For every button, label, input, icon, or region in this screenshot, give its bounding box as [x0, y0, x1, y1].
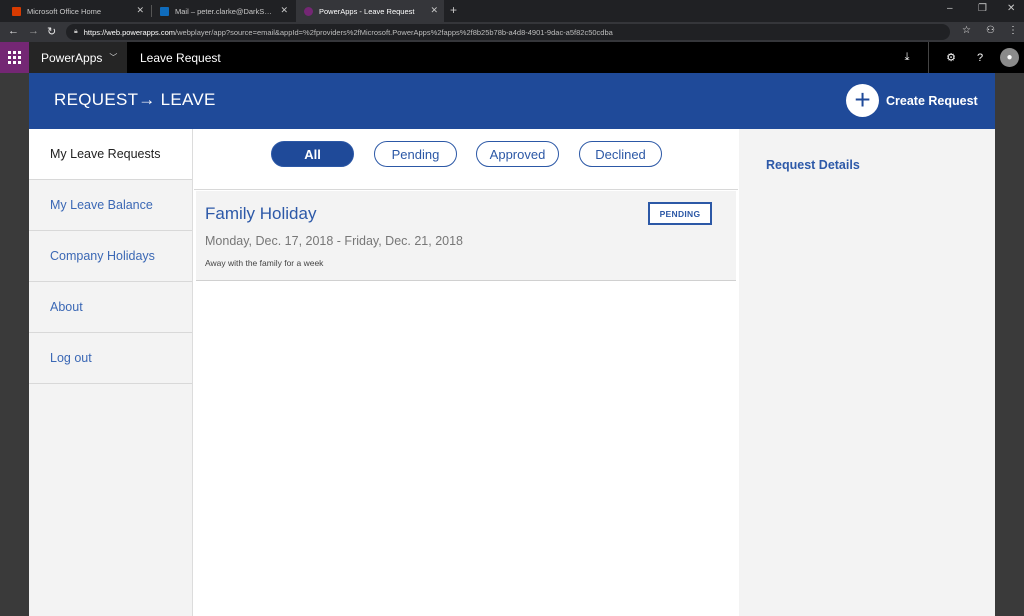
requests-panel: All Pending Approved Declined Family Hol… — [194, 129, 738, 616]
address-bar-row: ← → ↻ 🔒︎ https://web.powerapps.com /webp… — [0, 22, 1024, 42]
forward-icon[interactable]: → — [28, 25, 39, 37]
back-icon[interactable]: ← — [8, 25, 19, 37]
tab-label: Mail – peter.clarke@DarkScrolls... — [175, 6, 286, 16]
reload-icon[interactable]: ↻ — [47, 25, 56, 38]
nav-item-label: Log out — [50, 351, 92, 365]
browser-tab-strip: Microsoft Office Home ✕ Mail – peter.cla… — [0, 0, 1024, 22]
user-icon: ● — [1006, 52, 1013, 63]
leave-request-item[interactable]: Family Holiday PENDING Monday, Dec. 17, … — [196, 191, 736, 281]
nav-item-label: My Leave Balance — [50, 198, 153, 212]
tab-powerapps[interactable]: PowerApps - Leave Request ✕ — [296, 0, 444, 22]
window-close-icon[interactable]: ✕ — [1007, 3, 1015, 14]
close-icon[interactable]: ✕ — [136, 5, 144, 16]
minimize-icon[interactable]: – — [947, 3, 953, 14]
request-title: Family Holiday — [205, 204, 317, 223]
nav-item-about[interactable]: About — [29, 282, 192, 333]
extension-icon[interactable]: ⚇ — [986, 25, 995, 36]
status-badge: PENDING — [648, 202, 712, 225]
app-launcher-button[interactable] — [0, 42, 29, 73]
plus-circle-icon: + — [846, 84, 879, 117]
powerapps-icon — [304, 6, 313, 16]
details-title: Request Details — [766, 158, 860, 172]
url-bar[interactable]: 🔒︎ https://web.powerapps.com /webplayer/… — [66, 24, 950, 40]
download-icon[interactable]: ⤓ — [896, 42, 918, 73]
header-divider — [928, 42, 929, 73]
nav-item-label: About — [50, 300, 83, 314]
gear-icon[interactable]: ⚙ — [940, 42, 962, 73]
nav-item-log-out[interactable]: Log out — [29, 333, 192, 384]
tab-office-home[interactable]: Microsoft Office Home ✕ — [4, 0, 150, 22]
close-icon[interactable]: ✕ — [280, 5, 288, 16]
powerapps-header: PowerApps ﹀ Leave Request ⤓ ⚙ ? ● — [0, 42, 1024, 73]
nav-item-label: My Leave Requests — [50, 147, 161, 161]
filter-pending-button[interactable]: Pending — [374, 141, 457, 167]
nav-item-my-leave-balance[interactable]: My Leave Balance — [29, 180, 192, 231]
restore-icon[interactable]: ❐ — [978, 3, 987, 14]
powerapps-brand-button[interactable]: PowerApps ﹀ — [29, 42, 127, 73]
create-request-label: Create Request — [886, 93, 978, 108]
outlook-icon — [160, 6, 169, 16]
url-path: /webplayer/app?source=email&appId=%2fpro… — [175, 27, 613, 37]
close-icon[interactable]: ✕ — [430, 5, 438, 16]
star-icon[interactable]: ☆ — [962, 25, 971, 36]
request-dates: Monday, Dec. 17, 2018 - Friday, Dec. 21,… — [205, 234, 464, 248]
filter-approved-button[interactable]: Approved — [476, 141, 559, 167]
app-name: Leave Request — [140, 50, 221, 65]
nav-item-label: Company Holidays — [50, 249, 155, 263]
side-navigation: My Leave Requests My Leave Balance Compa… — [29, 129, 193, 616]
status-filter-bar: All Pending Approved Declined — [194, 129, 738, 190]
app-title: REQUEST→ LEAVE — [54, 90, 216, 109]
app-header: REQUEST→ LEAVE + Create Request — [29, 73, 995, 129]
help-icon[interactable]: ? — [969, 42, 991, 73]
new-tab-icon[interactable]: + — [450, 3, 457, 17]
waffle-icon — [8, 51, 21, 64]
nav-item-company-holidays[interactable]: Company Holidays — [29, 231, 192, 282]
app-canvas: REQUEST→ LEAVE + Create Request My Leave… — [29, 73, 995, 616]
menu-icon[interactable]: ⋮ — [1008, 25, 1018, 36]
chevron-down-icon: ﹀ — [109, 53, 118, 62]
filter-all-button[interactable]: All — [271, 141, 354, 167]
tab-label: PowerApps - Leave Request — [319, 6, 415, 16]
nav-item-my-leave-requests[interactable]: My Leave Requests — [29, 129, 192, 180]
avatar[interactable]: ● — [1000, 48, 1019, 67]
office-icon — [12, 6, 21, 16]
lock-icon: 🔒︎ — [74, 28, 78, 35]
request-details-pane: Request Details — [739, 129, 995, 616]
request-description: Away with the family for a week — [205, 258, 324, 268]
url-host: https://web.powerapps.com — [83, 27, 176, 37]
tab-mail[interactable]: Mail – peter.clarke@DarkScrolls... ✕ — [152, 0, 294, 22]
tab-label: Microsoft Office Home — [27, 6, 102, 16]
create-request-button[interactable]: + Create Request — [846, 84, 978, 117]
brand-label: PowerApps — [41, 50, 103, 65]
filter-declined-button[interactable]: Declined — [579, 141, 662, 167]
